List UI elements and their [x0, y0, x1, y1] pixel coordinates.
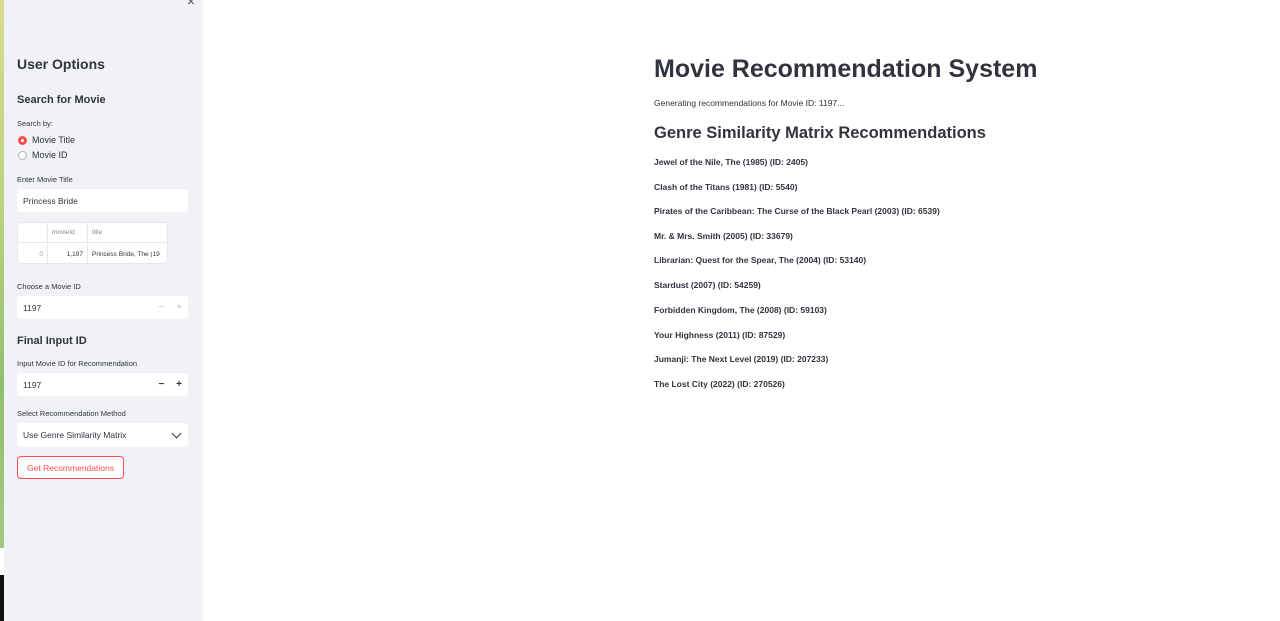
movie-title-input-value: Princess Bride	[23, 195, 78, 206]
recommendation-id-input[interactable]: 1197 − +	[17, 373, 188, 396]
list-item: Jewel of the Nile, The (1985) (ID: 2405)	[654, 157, 808, 167]
radio-movie-id[interactable]: Movie ID	[18, 150, 68, 160]
list-item: Jumanji: The Next Level (2019) (ID: 2072…	[654, 354, 829, 364]
page-title: Movie Recommendation System	[654, 55, 1038, 83]
sidebar: × User Options Search for Movie Search b…	[4, 0, 203, 621]
list-item: Pirates of the Caribbean: The Curse of t…	[654, 206, 940, 216]
sidebar-title: User Options	[17, 56, 105, 72]
method-select-value: Use Genre Similarity Matrix	[23, 430, 127, 440]
choose-movie-id-value: 1197	[23, 302, 42, 313]
close-sidebar-icon[interactable]: ×	[184, 0, 198, 8]
method-label: Select Recommendation Method	[17, 409, 126, 418]
radio-label: Movie ID	[32, 150, 68, 160]
list-item: Librarian: Quest for the Spear, The (200…	[654, 255, 867, 265]
search-results-table[interactable]: movieId title 0 1,197 Princess Bride, Th…	[17, 222, 168, 264]
table-cell-movieid: 1,197	[48, 244, 88, 264]
table-header: movieId title	[18, 223, 167, 243]
recommendations-heading: Genre Similarity Matrix Recommendations	[654, 124, 986, 142]
table-row[interactable]: 0 1,197 Princess Bride, The (19	[18, 244, 167, 264]
choose-movie-id-input[interactable]: 1197 − +	[17, 296, 188, 319]
recommendation-id-stepper: − +	[158, 373, 182, 396]
title-input-label: Enter Movie Title	[17, 175, 73, 184]
final-input-heading: Final Input ID	[17, 335, 87, 347]
radio-selected-icon[interactable]	[18, 135, 27, 145]
table-header-movieid[interactable]: movieId	[48, 223, 88, 242]
choose-id-stepper: − +	[158, 296, 182, 319]
table-header-index	[18, 223, 48, 242]
get-recommendations-button[interactable]: Get Recommendations	[17, 456, 124, 479]
list-item: Mr. & Mrs. Smith (2005) (ID: 33679)	[654, 231, 793, 241]
plus-icon[interactable]: +	[176, 302, 182, 313]
search-heading: Search for Movie	[17, 94, 106, 106]
list-item: Clash of the Titans (1981) (ID: 5540)	[654, 182, 798, 192]
radio-label: Movie Title	[32, 135, 76, 145]
table-cell-title: Princess Bride, The (19	[92, 250, 160, 258]
search-by-label: Search by:	[17, 119, 53, 128]
radio-movie-title[interactable]: Movie Title	[18, 135, 75, 145]
choose-id-label: Choose a Movie ID	[17, 282, 81, 291]
minus-icon[interactable]: −	[158, 302, 164, 313]
plus-icon[interactable]: +	[176, 379, 182, 390]
movie-title-input[interactable]: Princess Bride	[17, 189, 188, 212]
minus-icon[interactable]: −	[158, 379, 164, 390]
list-item: Your Highness (2011) (ID: 87529)	[654, 330, 786, 340]
list-item: Forbidden Kingdom, The (2008) (ID: 59103…	[654, 305, 827, 315]
list-item: The Lost City (2022) (ID: 270526)	[654, 379, 785, 389]
recommendation-id-value: 1197	[23, 379, 42, 390]
method-select[interactable]: Use Genre Similarity Matrix	[17, 423, 188, 447]
table-cell-index: 0	[18, 244, 48, 264]
radio-unselected-icon[interactable]	[18, 150, 27, 160]
table-header-title[interactable]: title	[88, 223, 167, 242]
status-text: Generating recommendations for Movie ID:…	[654, 98, 845, 108]
input-id-label: Input Movie ID for Recommendation	[17, 359, 138, 368]
list-item: Stardust (2007) (ID: 54259)	[654, 280, 761, 290]
chevron-down-icon[interactable]	[171, 428, 182, 439]
